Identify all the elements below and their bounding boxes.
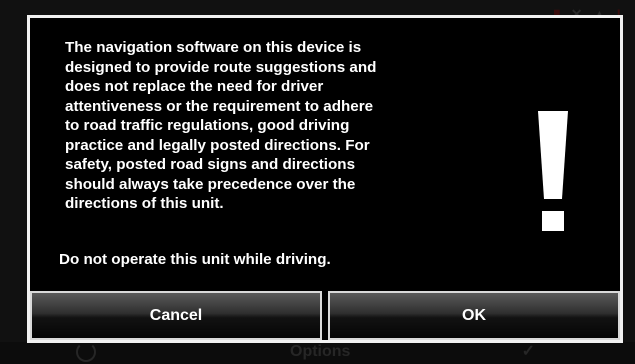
options-label: Options [290, 343, 351, 360]
dialog-message: The navigation software on this device i… [65, 39, 377, 212]
refresh-icon [76, 342, 96, 362]
screen: ▮ ✕ ▲ ! Options ✓ The navigation softwar… [0, 0, 635, 364]
cancel-button[interactable]: Cancel [30, 291, 322, 340]
background-bottom-bar: Options ✓ [0, 342, 635, 364]
safety-warning-dialog: The navigation software on this device i… [27, 15, 623, 343]
ok-button[interactable]: OK [328, 291, 620, 340]
dialog-warning-text: Do not operate this unit while driving. [59, 251, 331, 268]
dialog-button-row: Cancel OK [30, 291, 620, 340]
checkmark-icon: ✓ [521, 343, 535, 360]
exclamation-icon [538, 111, 568, 231]
